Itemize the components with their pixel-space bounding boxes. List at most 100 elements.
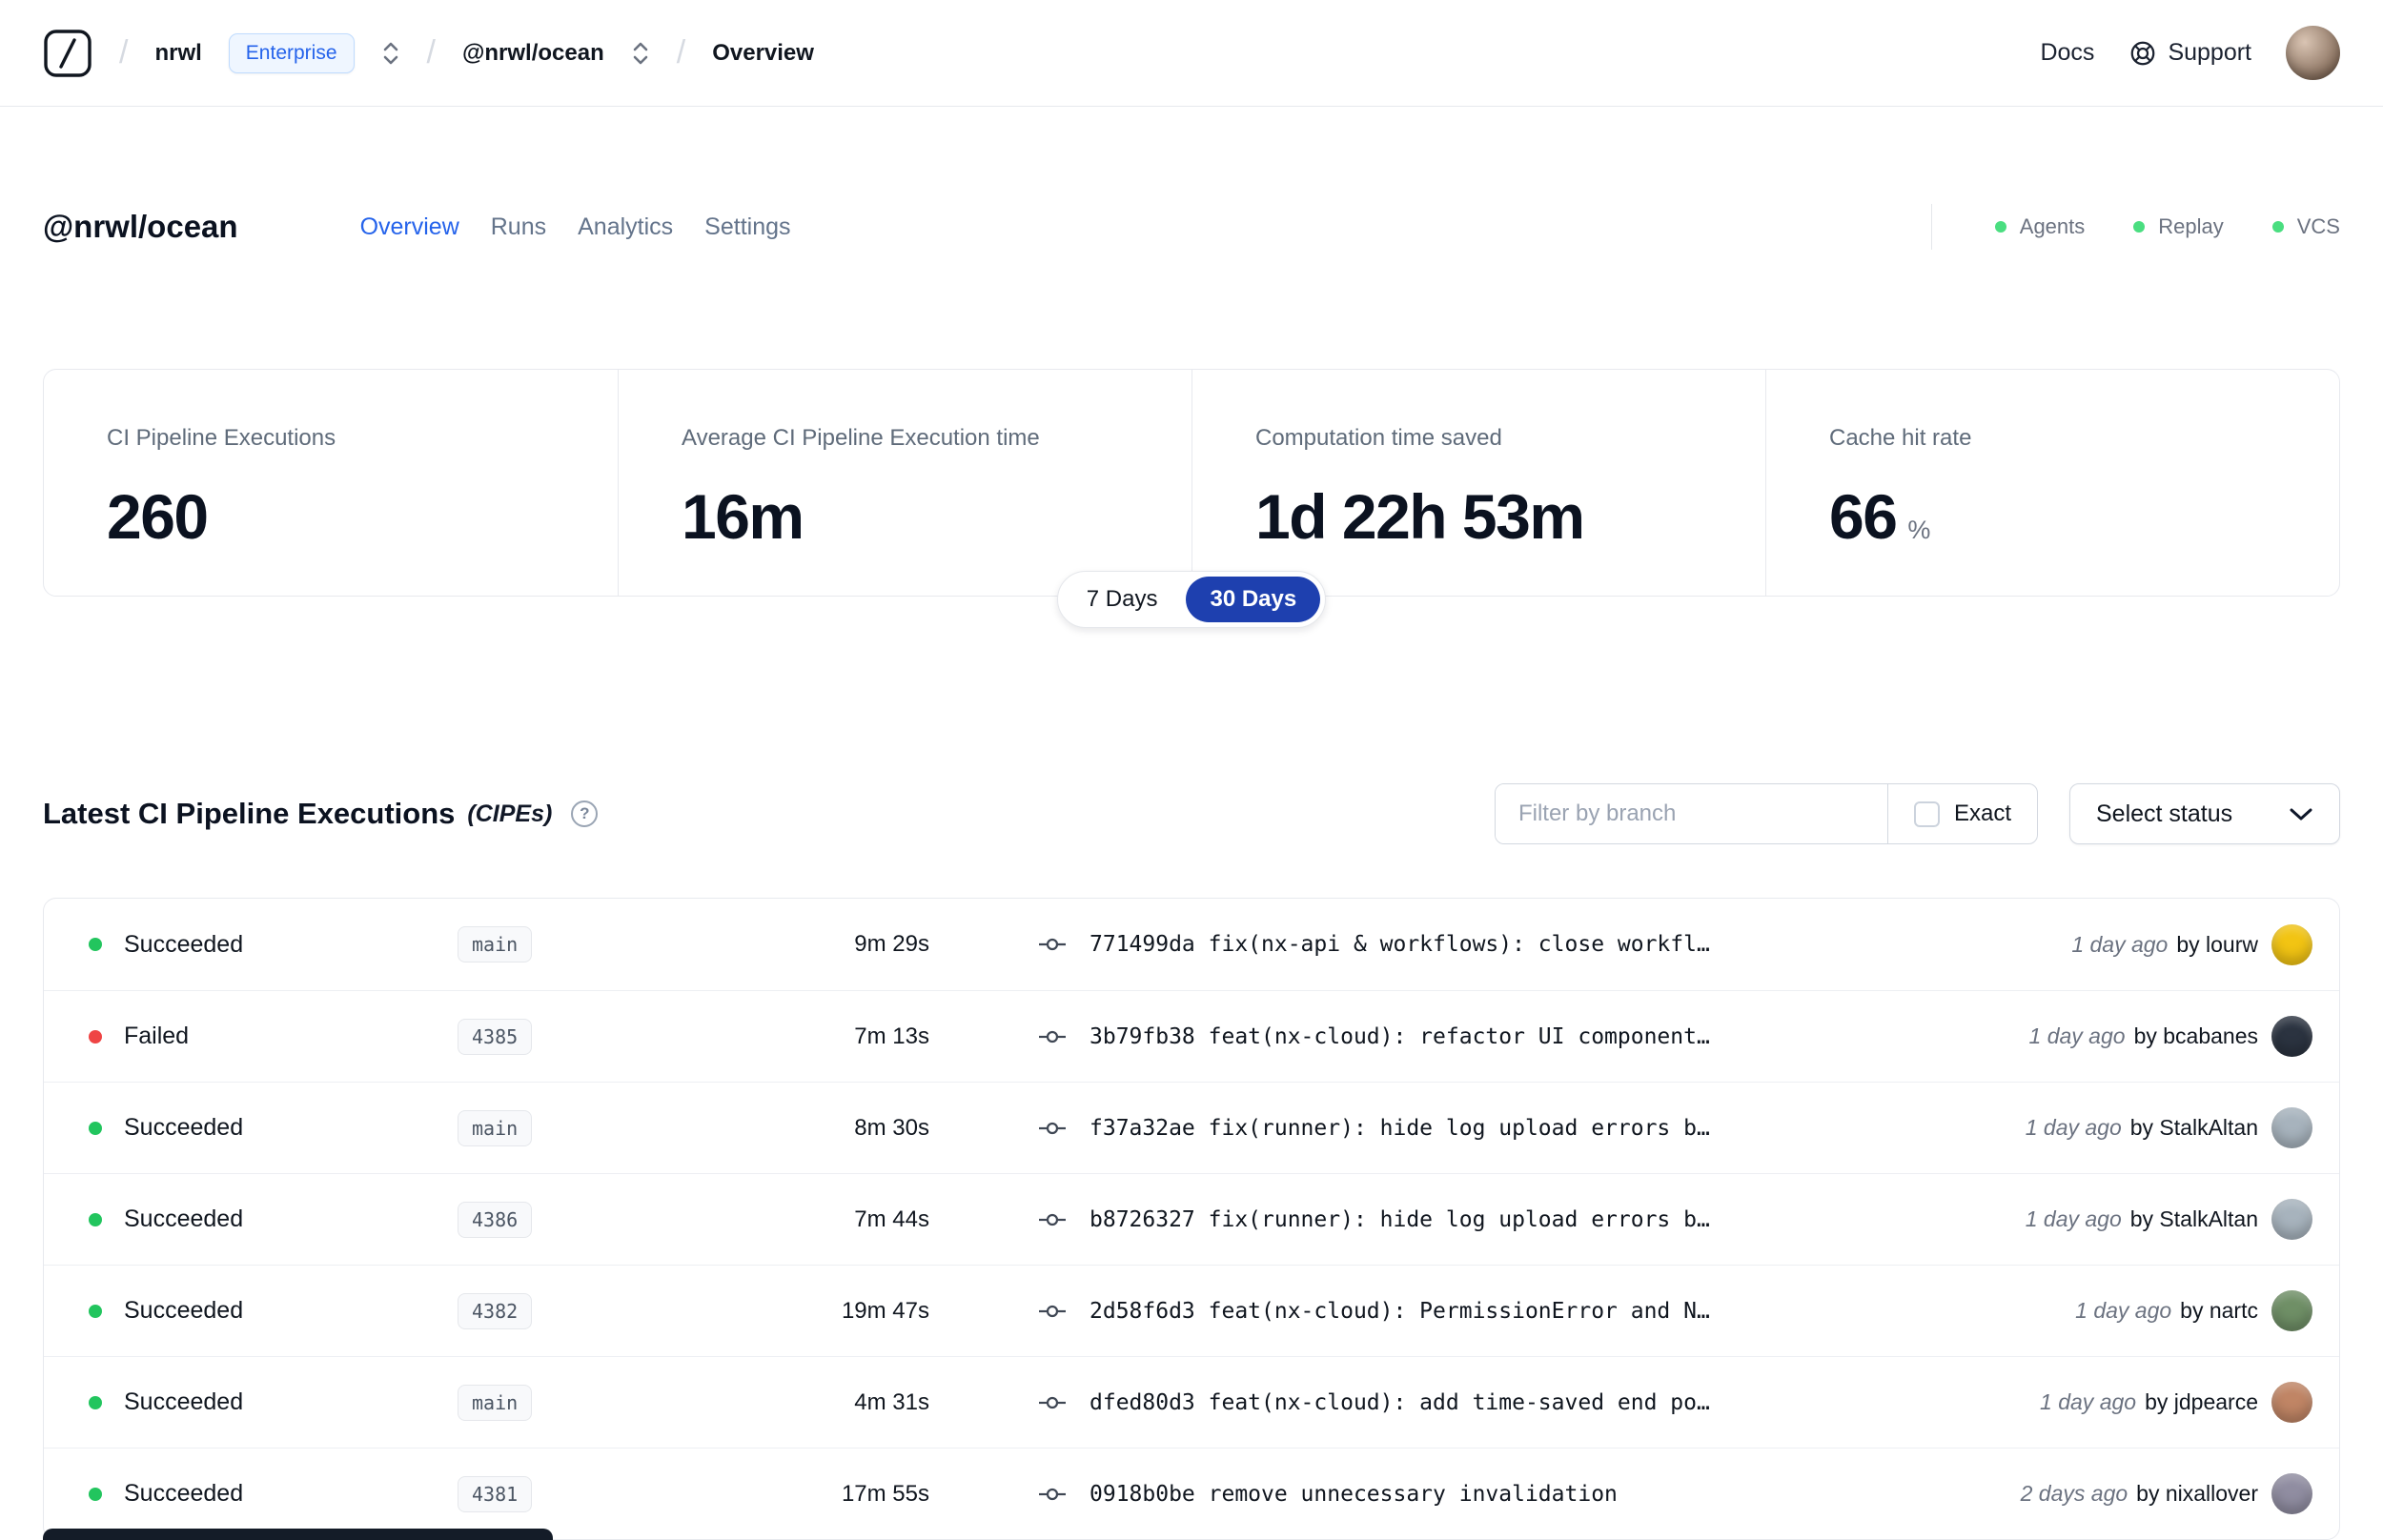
row-meta: 2 days ago by nixallover xyxy=(2021,1473,2312,1514)
git-commit-icon xyxy=(1039,1122,1066,1134)
commit-cell: f37a32ae fix(runner): hide log upload er… xyxy=(1038,1116,2006,1141)
workspace-switcher[interactable] xyxy=(381,39,400,68)
status-dot-icon xyxy=(89,938,102,951)
tab-overview[interactable]: Overview xyxy=(360,213,459,241)
stat-value: 16m xyxy=(682,481,805,552)
branch-badge[interactable]: main xyxy=(458,1384,533,1421)
cipes-controls: Exact Select status xyxy=(1494,783,2340,844)
status-cell: Failed xyxy=(89,1023,458,1050)
date-range-toggle-wrap: 7 Days 30 Days xyxy=(0,571,2383,628)
range-30-days-button[interactable]: 30 Days xyxy=(1186,577,1321,622)
git-commit-icon xyxy=(1039,1488,1066,1500)
branch-badge[interactable]: 4386 xyxy=(458,1201,533,1238)
stat-computation-time-saved: Computation time saved 1d 22h 53m xyxy=(1192,370,1765,596)
cipes-title: Latest CI Pipeline Executions xyxy=(43,797,456,830)
partial-bottom-overlay xyxy=(43,1529,553,1540)
status-vcs[interactable]: VCS xyxy=(2271,214,2340,239)
git-commit-icon xyxy=(1039,1396,1066,1408)
git-commit-icon xyxy=(1039,938,1066,951)
commit-cell: b8726327 fix(runner): hide log upload er… xyxy=(1038,1207,2006,1232)
tab-runs[interactable]: Runs xyxy=(491,213,546,241)
app-logo[interactable] xyxy=(43,27,92,80)
status-replay[interactable]: Replay xyxy=(2133,214,2224,239)
status-dot-icon xyxy=(89,1487,102,1501)
stat-cache-hit-rate: Cache hit rate 66 % xyxy=(1765,370,2339,596)
user-avatar[interactable] xyxy=(2286,26,2340,80)
table-row[interactable]: Succeeded main 8m 30s f37a32ae fix(runne… xyxy=(44,1082,2339,1173)
table-row[interactable]: Succeeded 4386 7m 44s b8726327 fix(runne… xyxy=(44,1173,2339,1265)
table-row[interactable]: Succeeded 4381 17m 55s 0918b0be remove u… xyxy=(44,1448,2339,1539)
range-7-days-button[interactable]: 7 Days xyxy=(1063,577,1182,622)
author-avatar xyxy=(2271,1107,2312,1148)
author-label: by nartc xyxy=(2180,1298,2258,1323)
git-commit-icon xyxy=(1039,1305,1066,1317)
help-icon[interactable]: ? xyxy=(571,800,599,827)
status-dot-icon xyxy=(89,1029,102,1044)
stat-unit: % xyxy=(1907,516,1931,544)
tab-settings[interactable]: Settings xyxy=(704,213,790,241)
table-row[interactable]: Failed 4385 7m 13s 3b79fb38 feat(nx-clou… xyxy=(44,990,2339,1082)
author-avatar xyxy=(2271,923,2312,965)
table-row[interactable]: Succeeded 4382 19m 47s 2d58f6d3 feat(nx-… xyxy=(44,1265,2339,1356)
status-label: Succeeded xyxy=(124,930,244,958)
status-dot-icon xyxy=(89,1395,102,1409)
table-row[interactable]: Succeeded main 4m 31s dfed80d3 feat(nx-c… xyxy=(44,1356,2339,1448)
support-link[interactable]: Support xyxy=(2128,39,2251,68)
branch-badge[interactable]: main xyxy=(458,1109,533,1146)
status-label: Agents xyxy=(2019,214,2086,238)
project-name[interactable]: @nrwl/ocean xyxy=(462,40,604,67)
author-avatar xyxy=(2271,1199,2312,1240)
slash-separator: / xyxy=(426,34,436,71)
status-dot-icon xyxy=(89,1212,102,1226)
stats-cards: CI Pipeline Executions 260 Average CI Pi… xyxy=(43,369,2340,597)
status-label: Succeeded xyxy=(124,1297,244,1324)
status-cell: Succeeded xyxy=(89,1114,458,1142)
status-dot-icon xyxy=(1994,221,2006,233)
stat-label: CI Pipeline Executions xyxy=(107,425,336,451)
author-avatar xyxy=(2271,1290,2312,1331)
branch-cell: main xyxy=(458,1109,705,1146)
timestamp: 2 days ago xyxy=(2020,1481,2128,1506)
status-agents[interactable]: Agents xyxy=(1994,214,2086,239)
row-meta: 1 day ago by nartc xyxy=(2075,1290,2312,1331)
tab-analytics[interactable]: Analytics xyxy=(578,213,673,241)
commit-message: 2d58f6d3 feat(nx-cloud): PermissionError… xyxy=(1090,1298,1710,1324)
duration-label: 19m 47s xyxy=(841,1297,929,1324)
workspace-name[interactable]: nrwl xyxy=(154,40,201,67)
status-label: VCS xyxy=(2296,214,2340,238)
status-label: Succeeded xyxy=(124,1480,244,1507)
exact-checkbox[interactable] xyxy=(1913,800,1940,827)
branch-cell: 4386 xyxy=(458,1201,705,1238)
duration-label: 9m 29s xyxy=(854,931,929,957)
branch-badge[interactable]: 4385 xyxy=(458,1018,533,1055)
project-switcher[interactable] xyxy=(631,39,650,68)
status-dot-icon xyxy=(89,1121,102,1135)
cipe-table: Succeeded main 9m 29s 771499da fix(nx-ap… xyxy=(43,898,2340,1540)
branch-cell: 4382 xyxy=(458,1292,705,1329)
branch-badge[interactable]: 4381 xyxy=(458,1475,533,1512)
duration-label: 17m 55s xyxy=(841,1480,929,1507)
branch-badge[interactable]: main xyxy=(458,926,533,962)
docs-link[interactable]: Docs xyxy=(2040,39,2094,67)
stat-label: Cache hit rate xyxy=(1829,425,1972,451)
chevron-up-down-icon xyxy=(633,42,648,64)
chevron-down-icon xyxy=(2290,808,2312,820)
stat-value: 260 xyxy=(107,481,209,552)
slash-separator: / xyxy=(119,34,129,71)
timestamp: 1 day ago xyxy=(2071,931,2169,957)
git-commit-icon xyxy=(1039,1030,1066,1043)
navbar-actions: Docs Support xyxy=(2040,26,2340,80)
author-label: by lourw xyxy=(2176,931,2258,957)
table-row[interactable]: Succeeded main 9m 29s 771499da fix(nx-ap… xyxy=(44,899,2339,990)
plan-badge[interactable]: Enterprise xyxy=(228,32,355,73)
branch-filter-group: Exact xyxy=(1494,783,2038,844)
branch-badge[interactable]: 4382 xyxy=(458,1292,533,1329)
commit-cell: 3b79fb38 feat(nx-cloud): refactor UI com… xyxy=(1038,1024,2010,1049)
row-meta: 1 day ago by StalkAltan xyxy=(2026,1199,2312,1240)
status-dot-icon xyxy=(2271,221,2284,233)
status-select[interactable]: Select status xyxy=(2069,783,2340,844)
top-navbar: / nrwl Enterprise / @nrwl/ocean / Overvi… xyxy=(0,0,2383,107)
exact-match-cell: Exact xyxy=(1886,784,2037,843)
row-meta: 1 day ago by jdpearce xyxy=(2040,1382,2312,1423)
branch-filter-input[interactable] xyxy=(1495,784,1887,843)
